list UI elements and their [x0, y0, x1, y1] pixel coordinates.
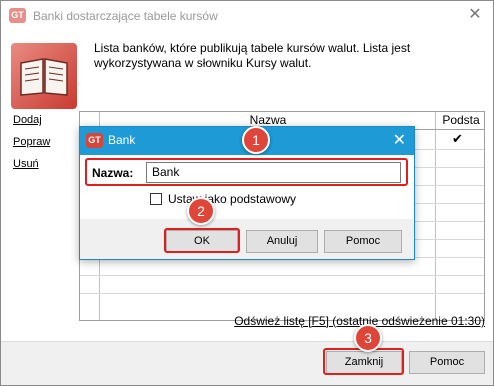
default-checkbox-label[interactable]: Ustaw jako podstawowy	[168, 192, 296, 206]
app-logo-icon: GT	[9, 8, 26, 23]
description-text: Lista banków, które publikują tabele kur…	[94, 41, 411, 70]
base-check-icon: ✔	[452, 131, 463, 146]
window-close-button[interactable]: ✕	[463, 4, 487, 26]
footer-bar: Zamknij Pomoc	[1, 341, 493, 385]
highlight-name-field	[85, 158, 408, 186]
highlight-close-button	[323, 348, 404, 375]
highlight-ok-button	[164, 228, 240, 253]
title-bar: GT Banki dostarczające tabele kursów ✕	[1, 1, 493, 31]
window-title: Banki dostarczające tabele kursów	[33, 9, 218, 23]
step-badge-3: 3	[354, 324, 382, 352]
column-header-name[interactable]: Nazwa	[100, 113, 436, 127]
delete-link[interactable]: Usuń	[13, 158, 39, 170]
dialog-close-button[interactable]: ✕	[393, 130, 406, 152]
help-button[interactable]: Pomoc	[409, 351, 485, 374]
dialog-title: Bank	[108, 133, 136, 147]
table-row[interactable]	[80, 293, 484, 294]
step-badge-2: 2	[187, 197, 215, 225]
table-row[interactable]	[80, 275, 484, 276]
add-link[interactable]: Dodaj	[13, 114, 42, 126]
dialog-app-icon: GT	[86, 133, 103, 148]
cancel-button[interactable]: Anuluj	[246, 230, 318, 253]
default-checkbox[interactable]	[150, 193, 162, 205]
edit-link[interactable]: Popraw	[13, 136, 50, 148]
dialog-help-button[interactable]: Pomoc	[324, 230, 402, 253]
column-header-base[interactable]: Podsta	[438, 113, 484, 127]
step-badge-1: 1	[242, 126, 270, 154]
book-icon	[11, 43, 77, 109]
